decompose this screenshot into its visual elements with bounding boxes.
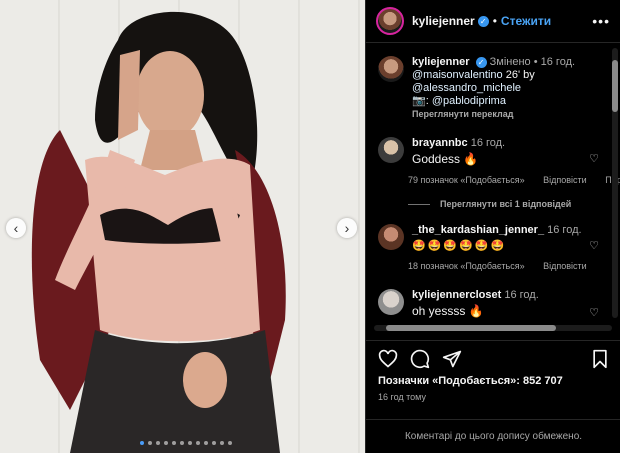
comment-like-icon[interactable]: ♡ (589, 306, 599, 319)
author-avatar[interactable] (376, 7, 404, 35)
author-username[interactable]: kyliejenner (412, 14, 475, 28)
header-separator: • (492, 14, 497, 28)
verified-badge-icon: ✓ (477, 15, 489, 27)
post-time: 16 год тому (378, 392, 426, 402)
carousel-dots (140, 441, 232, 445)
view-replies-button[interactable]: Переглянути всі 1 відповідей (408, 199, 571, 209)
carousel-dot (148, 441, 152, 445)
comment-time: 16 год. (504, 289, 539, 301)
more-options-icon[interactable]: ••• (592, 13, 610, 29)
caption-text-1: 26' by (502, 69, 535, 81)
caption: kyliejenner ✓ Змінено • 16 год. @maisonv… (378, 56, 575, 121)
commenter-avatar[interactable] (378, 137, 404, 163)
mention-pablodiprima[interactable]: @pablodiprima (432, 95, 506, 107)
carousel-dot (196, 441, 200, 445)
comment-icon[interactable] (410, 349, 430, 369)
carousel-next-button[interactable]: › (337, 218, 357, 238)
carousel-dot (156, 441, 160, 445)
share-icon[interactable] (442, 349, 462, 369)
comment-item: kyliejennercloset 16 год. oh yessss 🔥 (378, 289, 539, 320)
horizontal-scrollbar[interactable] (374, 325, 612, 331)
comments-restricted-notice: Коментарі до цього допису обмежено. (366, 419, 620, 453)
caption-edited: Змінено (489, 56, 531, 68)
commenter-username[interactable]: brayannbc (412, 137, 468, 149)
caption-time: 16 год. (540, 56, 576, 68)
comment-reply-button[interactable]: Відповісти (543, 261, 587, 271)
comments-list[interactable]: kyliejenner ✓ Змінено • 16 год. @maisonv… (366, 44, 620, 324)
likes-count[interactable]: Позначки «Подобається»: 852 707 (378, 375, 563, 387)
commenter-avatar[interactable] (378, 224, 404, 250)
vertical-scrollbar-thumb[interactable] (612, 60, 618, 112)
comment-time: 16 год. (547, 224, 582, 236)
carousel-dot (188, 441, 192, 445)
camera-emoji: 📷: (412, 95, 432, 107)
follow-button[interactable]: Стежити (501, 14, 551, 28)
verified-badge-icon: ✓ (475, 56, 487, 68)
carousel-dot (204, 441, 208, 445)
carousel-dot (180, 441, 184, 445)
comment-likes-count[interactable]: 18 позначок «Подобається» (408, 261, 525, 271)
carousel-dot (164, 441, 168, 445)
carousel-dot (220, 441, 224, 445)
commenter-username[interactable]: kyliejennercloset (412, 289, 501, 301)
mention-alessandro-michele[interactable]: @alessandro_michele (412, 82, 521, 94)
post-photo (31, 11, 286, 453)
comment-item: _the_kardashian_jenner_ 16 год. 🤩🤩🤩🤩🤩🤩 (378, 224, 582, 255)
post-header: kyliejenner ✓ • Стежити ••• (366, 0, 620, 43)
comment-time: 16 год. (470, 137, 506, 149)
post-details-panel: kyliejenner ✓ • Стежити ••• kyliejenner … (365, 0, 620, 453)
comment-item: brayannbc 16 год. Goddess 🔥 (378, 137, 505, 168)
carousel-dot (140, 441, 144, 445)
commenter-username[interactable]: _the_kardashian_jenner_ (412, 224, 544, 236)
post-media[interactable]: ‹ › (0, 0, 365, 453)
mention-maisonvalentino[interactable]: @maisonvalentino (412, 69, 503, 81)
heart-icon[interactable] (378, 349, 398, 369)
carousel-prev-button[interactable]: ‹ (6, 218, 26, 238)
post-actions: Позначки «Подобається»: 852 707 16 год т… (366, 340, 620, 450)
translate-link[interactable]: Переглянути переклад (412, 109, 513, 119)
caption-avatar[interactable] (378, 56, 404, 82)
comment-like-icon[interactable]: ♡ (589, 239, 599, 252)
vertical-scrollbar[interactable] (612, 48, 618, 318)
horizontal-scrollbar-thumb[interactable] (386, 325, 556, 331)
carousel-dot (228, 441, 232, 445)
comment-likes-count[interactable]: 79 позначок «Подобається» (408, 175, 525, 185)
comment-reply-button[interactable]: Відповісти (543, 175, 587, 185)
bookmark-icon[interactable] (591, 349, 609, 369)
commenter-avatar[interactable] (378, 289, 404, 315)
comment-like-icon[interactable]: ♡ (589, 152, 599, 165)
comment-actions: 79 позначок «Подобається» Відповісти Пер… (408, 175, 620, 185)
carousel-dot (212, 441, 216, 445)
comment-text: oh yessss 🔥 (412, 304, 484, 318)
comment-actions: 18 позначок «Подобається» Відповісти (408, 261, 603, 271)
comment-text: 🤩🤩🤩🤩🤩🤩 (412, 240, 507, 252)
carousel-dot (172, 441, 176, 445)
caption-username[interactable]: kyliejenner (412, 56, 469, 68)
comment-text: Goddess 🔥 (412, 152, 479, 166)
